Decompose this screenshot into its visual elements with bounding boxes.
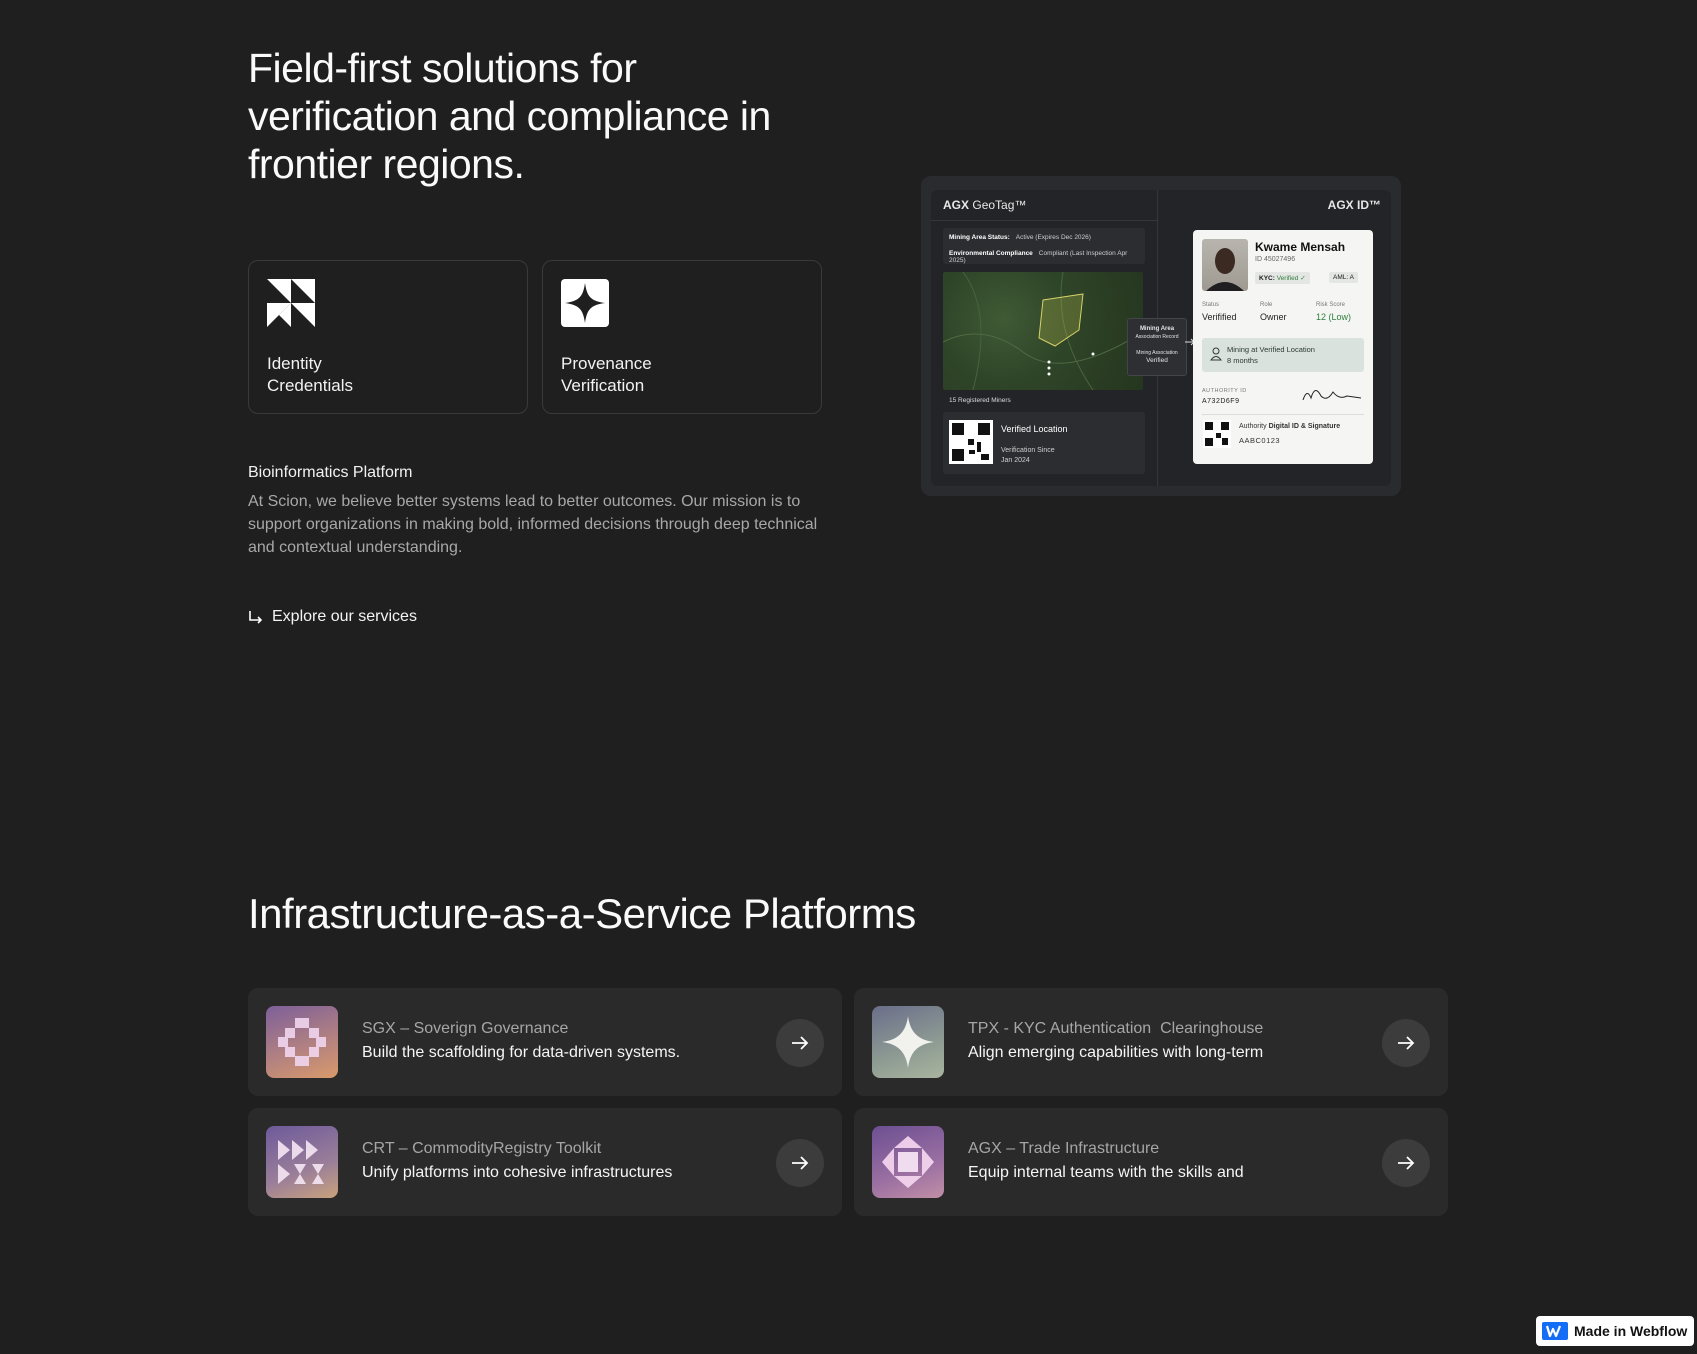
provenance-verification-icon <box>561 279 609 327</box>
agx-id-header: AGX ID™ <box>1327 198 1381 212</box>
kyc-value: Verified ✓ <box>1276 275 1306 282</box>
authority-signature-title: Digital ID & Signature <box>1268 423 1341 430</box>
tpx-icon <box>872 1006 944 1078</box>
registered-miners: 15 Registered Miners <box>949 397 1011 404</box>
geotag-brand: AGX <box>943 198 970 212</box>
role-value: Owner <box>1260 312 1287 322</box>
location-line-1: Mining at Verified Location <box>1227 345 1315 354</box>
platform-card-crt[interactable]: CRT – CommodityRegistry Toolkit Unify pl… <box>248 1108 842 1216</box>
person-photo-icon <box>1206 248 1244 291</box>
arrow-right-icon <box>792 1036 809 1050</box>
arrow-right-icon <box>792 1156 809 1170</box>
status-value: Verifified <box>1202 312 1237 322</box>
map-graphic <box>943 272 1143 390</box>
platforms-section-title: Infrastructure-as-a-Service Platforms <box>248 890 916 937</box>
person-icon <box>1210 347 1222 361</box>
provenance-verification-card[interactable]: Provenance Verification <box>542 260 822 414</box>
crt-icon <box>266 1126 338 1198</box>
risk-score-value: 12 (Low) <box>1316 312 1352 322</box>
verified-location-box: Verified Location Verification Since Jan… <box>943 412 1145 474</box>
aml-badge: AML: A <box>1329 272 1358 283</box>
role-label: Role <box>1260 302 1273 308</box>
made-in-webflow-badge[interactable]: Made in Webflow <box>1536 1316 1694 1346</box>
geotag-header: AGX GeoTag™ <box>943 198 1026 212</box>
identity-credentials-icon <box>267 279 315 327</box>
explore-services-label: Explore our services <box>272 608 417 625</box>
authority-qr-icon <box>1203 420 1231 448</box>
mining-status-box: Mining Area Status: Active (Expires Dec 2… <box>943 228 1145 264</box>
id-name: Kwame Mensah <box>1255 240 1346 254</box>
identity-credentials-label: Identity Credentials <box>267 354 353 395</box>
provenance-verification-label: Provenance Verification <box>561 354 652 395</box>
agx-icon <box>872 1126 944 1198</box>
avatar <box>1202 239 1248 291</box>
authority-divider <box>1202 414 1364 415</box>
kyc-label: KYC: <box>1259 275 1275 282</box>
platform-name: TPX - KYC Authentication Clearinghouse <box>968 1020 1264 1037</box>
mining-area-tag-title: Mining Area <box>1139 326 1175 332</box>
explore-services-link[interactable]: Explore our services <box>248 606 417 628</box>
verified-location-title: Verified Location <box>1001 424 1068 434</box>
kyc-badge: KYC: Verified ✓ <box>1255 272 1310 284</box>
platform-name: SGX – Soverign Governance <box>362 1020 569 1037</box>
header-divider <box>931 220 1157 221</box>
platform-card-tpx[interactable]: TPX - KYC Authentication Clearinghouse A… <box>854 988 1448 1096</box>
mining-status-value: Active (Expires Dec 2026) <box>1015 234 1091 241</box>
id-number: ID 45027496 <box>1255 256 1296 263</box>
arrow-right-button[interactable] <box>776 1139 824 1187</box>
geotag-product: GeoTag™ <box>972 198 1027 212</box>
webflow-logo-icon <box>1542 1322 1568 1340</box>
platform-name: AGX – Trade Infrastructure <box>968 1140 1160 1157</box>
mining-association-status: Verified <box>1146 357 1168 364</box>
arrow-right-button[interactable] <box>1382 1139 1430 1187</box>
signature-icon <box>1302 390 1362 401</box>
location-status-box: Mining at Verified Location 8 months <box>1202 338 1364 372</box>
platform-card-sgx[interactable]: SGX – Soverign Governance Build the scaf… <box>248 988 842 1096</box>
sgx-icon <box>266 1006 338 1078</box>
identity-credentials-card[interactable]: Identity Credentials <box>248 260 528 414</box>
authority-id-label: AUTHORITY ID <box>1202 388 1247 394</box>
mockup-panel: AGX GeoTag™ AGX ID™ Mining Area Status: A… <box>931 190 1391 486</box>
platform-description: Align emerging capabilities with long-te… <box>968 1044 1264 1061</box>
risk-score-label: Risk Score <box>1316 302 1346 308</box>
bioinformatics-description: At Scion, we believe better systems lead… <box>248 493 818 556</box>
bioinformatics-title: Bioinformatics Platform <box>248 464 413 481</box>
authority-code: AABC0123 <box>1239 436 1281 445</box>
authority-signature-prefix: Authority <box>1239 423 1267 430</box>
authority-signature-label: Authority Digital ID & Signature <box>1239 423 1340 430</box>
arrow-right-button[interactable] <box>1382 1019 1430 1067</box>
product-mockup: AGX GeoTag™ AGX ID™ Mining Area Status: A… <box>921 176 1401 496</box>
arrow-right-button[interactable] <box>776 1019 824 1067</box>
webflow-badge-label: Made in Webflow <box>1574 1323 1688 1339</box>
platform-description: Unify platforms into cohesive infrastruc… <box>362 1164 673 1181</box>
env-compliance-label: Environmental Compliance <box>949 250 1033 257</box>
satellite-map <box>943 272 1143 390</box>
return-arrow-icon <box>249 611 263 624</box>
mining-status-label: Mining Area Status: <box>949 234 1010 241</box>
status-label: Status <box>1202 302 1220 308</box>
platform-description: Build the scaffolding for data-driven sy… <box>362 1044 681 1061</box>
hero-title: Field-first solutions for verification a… <box>248 45 771 187</box>
verification-since: Verification Since Jan 2024 <box>1001 447 1055 464</box>
platform-description: Equip internal teams with the skills and <box>968 1164 1244 1181</box>
platform-card-agx[interactable]: AGX – Trade Infrastructure Equip interna… <box>854 1108 1448 1216</box>
association-record-label: Association Record <box>1135 334 1179 340</box>
id-card: Kwame Mensah ID 45027496 KYC: Verified ✓… <box>1193 230 1373 464</box>
location-line-2: 8 months <box>1227 356 1258 365</box>
arrow-right-icon <box>1398 1036 1415 1050</box>
mining-association-label: Mining Association <box>1136 350 1178 356</box>
mining-area-tag: Mining Area Association Record Mining As… <box>1127 318 1187 376</box>
arrow-right-icon <box>1398 1156 1415 1170</box>
platform-name: CRT – CommodityRegistry Toolkit <box>362 1140 602 1157</box>
authority-id-value: A732D6F9 <box>1202 398 1240 405</box>
qr-code-icon <box>949 420 993 464</box>
